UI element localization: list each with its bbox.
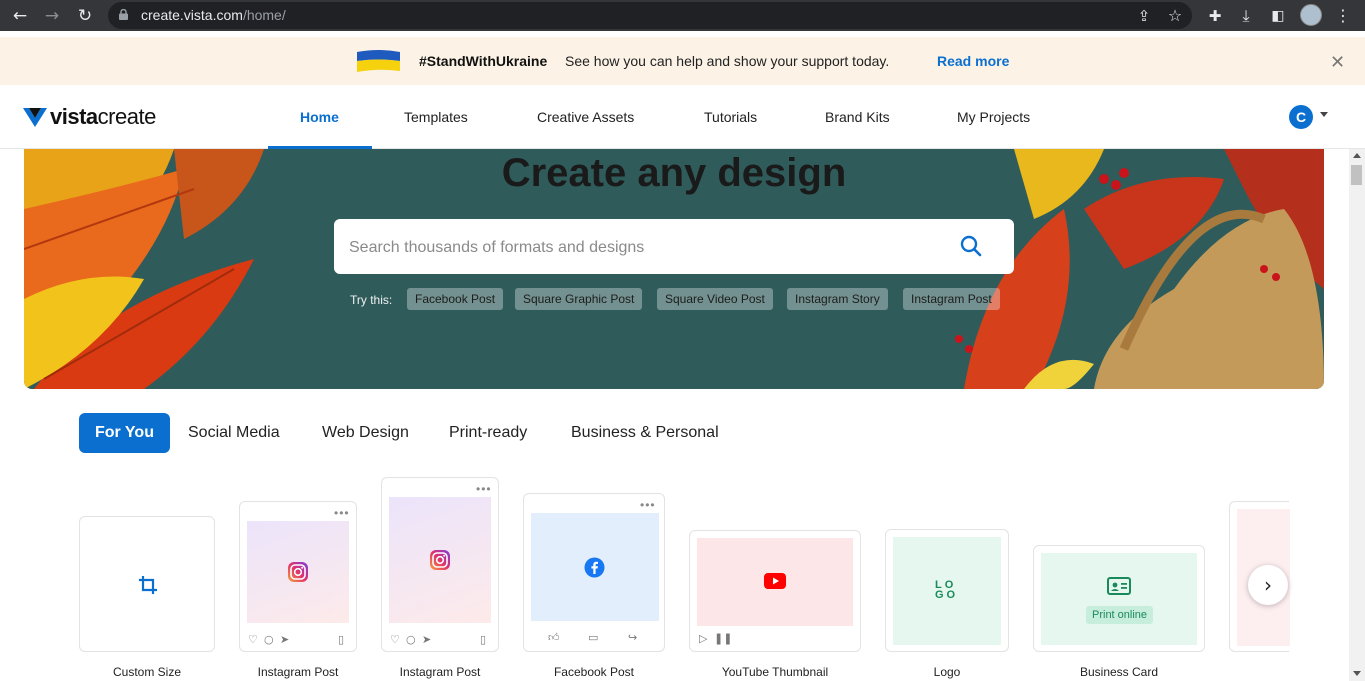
suggestion-chip[interactable]: Square Graphic Post <box>515 288 643 310</box>
nav-templates[interactable]: Templates <box>404 109 468 125</box>
search-icon[interactable] <box>959 234 983 258</box>
ukraine-banner: #StandWithUkraine See how you can help a… <box>0 37 1365 85</box>
nav-tutorials[interactable]: Tutorials <box>704 109 757 125</box>
send-icon: ➤ <box>422 633 432 646</box>
suggestion-chip[interactable]: Facebook Post <box>407 288 504 310</box>
format-card-logo[interactable]: LO GO <box>885 529 1009 652</box>
comment-icon: ○ <box>264 633 274 646</box>
tab-social-media[interactable]: Social Media <box>172 413 296 453</box>
bookmark-icon: ▯ <box>480 633 487 646</box>
like-icon: 👍︎ <box>548 631 560 644</box>
format-label: Instagram Post <box>399 665 481 679</box>
nav-creative-assets[interactable]: Creative Assets <box>537 109 634 125</box>
nav-my-projects[interactable]: My Projects <box>957 109 1030 125</box>
star-icon[interactable]: ☆ <box>1165 6 1185 26</box>
vistacreate-logo[interactable]: vistacreate <box>22 104 156 130</box>
suggestion-chip[interactable]: Instagram Story <box>787 288 888 310</box>
tab-for-you[interactable]: For You <box>79 413 170 453</box>
instagram-icon <box>430 550 450 570</box>
format-label: Custom Size <box>112 665 182 679</box>
back-arrow-icon[interactable]: ← <box>10 6 30 26</box>
banner-hashtag: #StandWithUkraine <box>419 53 548 69</box>
youtube-icon <box>764 573 786 589</box>
hero-title: Create any design <box>501 151 847 195</box>
share-icon: ↪ <box>628 631 638 644</box>
sidepanel-icon[interactable]: ◧ <box>1268 6 1288 26</box>
try-this-label: Try this: <box>350 293 393 307</box>
format-card-custom-size[interactable] <box>79 516 215 652</box>
tab-business-personal[interactable]: Business & Personal <box>555 413 735 453</box>
ukraine-flag-icon <box>357 50 400 72</box>
format-preview <box>1041 553 1197 645</box>
logo-letters-icon: LO GO <box>935 579 959 601</box>
suggestion-chip[interactable]: Square Video Post <box>657 288 773 310</box>
scroll-down-icon[interactable] <box>1353 671 1361 676</box>
play-icon: ▷ <box>699 632 708 645</box>
hero-banner: Create any design Search thousands of fo… <box>24 149 1324 389</box>
download-icon[interactable]: ⤓ <box>1236 6 1256 26</box>
comment-icon: ○ <box>406 633 416 646</box>
share-icon[interactable]: ⇪ <box>1134 6 1154 26</box>
page-scrollbar[interactable] <box>1349 149 1365 681</box>
id-card-icon <box>1107 577 1131 595</box>
forward-arrow-icon[interactable]: → <box>42 6 62 26</box>
print-online-badge: Print online <box>1086 606 1154 624</box>
format-card-instagram-post[interactable]: ••• ♡ ○ ➤ ▯ <box>239 501 357 652</box>
more-dots-icon[interactable]: ••• <box>334 507 350 519</box>
format-label: Instagram Post <box>257 665 339 679</box>
read-more-link[interactable]: Read more <box>937 53 1009 69</box>
nav-home[interactable]: Home <box>300 109 339 125</box>
more-dots-icon[interactable]: ••• <box>476 483 492 495</box>
more-dots-icon[interactable]: ••• <box>640 499 656 511</box>
next-arrow-button[interactable]: › <box>1248 565 1288 605</box>
chevron-down-icon[interactable] <box>1320 112 1328 117</box>
tab-print-ready[interactable]: Print-ready <box>433 413 543 453</box>
scroll-up-icon[interactable] <box>1353 153 1361 158</box>
format-label: YouTube Thumbnail <box>721 665 829 679</box>
search-input[interactable]: Search thousands of formats and designs <box>334 219 1014 274</box>
browser-toolbar: ← → ↻ create.vista.com/home/ ⇪ ☆ ✚ ⤓ ◧ ⋮ <box>0 0 1365 31</box>
close-icon[interactable]: ✕ <box>1330 52 1345 73</box>
format-card-youtube-thumbnail[interactable]: ▷ ❚❚ <box>689 530 861 652</box>
user-avatar[interactable]: C <box>1289 105 1313 129</box>
heart-icon: ♡ <box>390 633 400 646</box>
format-label: Facebook Post <box>553 665 635 679</box>
instagram-icon <box>288 562 308 582</box>
tab-web-design[interactable]: Web Design <box>306 413 425 453</box>
logo-mark-icon <box>23 108 47 127</box>
menu-dots-icon[interactable]: ⋮ <box>1333 6 1353 26</box>
comment-icon: ▭ <box>588 631 599 644</box>
bookmark-icon: ▯ <box>338 633 345 646</box>
lock-icon <box>119 9 128 20</box>
profile-avatar[interactable] <box>1300 4 1322 26</box>
banner-message: See how you can help and show your suppo… <box>565 53 890 69</box>
heart-icon: ♡ <box>248 633 258 646</box>
search-placeholder: Search thousands of formats and designs <box>349 239 645 256</box>
format-label: Business Card <box>1079 665 1159 679</box>
reload-icon[interactable]: ↻ <box>75 6 95 26</box>
format-label: Logo <box>933 665 961 679</box>
suggestion-chip[interactable]: Instagram Post <box>903 288 1000 310</box>
format-card-instagram-post[interactable]: ••• ♡ ○ ➤ ▯ <box>381 477 499 652</box>
format-card-business-card[interactable] <box>1033 545 1205 652</box>
format-card-facebook-post[interactable]: ••• 👍︎ ▭ ↪ <box>523 493 665 652</box>
send-icon: ➤ <box>280 633 290 646</box>
extensions-icon[interactable]: ✚ <box>1205 6 1225 26</box>
facebook-icon <box>584 557 605 578</box>
scroll-thumb[interactable] <box>1351 165 1362 185</box>
site-header: vistacreate Home Templates Creative Asse… <box>0 85 1365 149</box>
crop-icon <box>139 576 157 594</box>
url-text: create.vista.com/home/ <box>141 7 286 23</box>
nav-brand-kits[interactable]: Brand Kits <box>825 109 890 125</box>
pause-icon: ❚❚ <box>714 632 733 645</box>
